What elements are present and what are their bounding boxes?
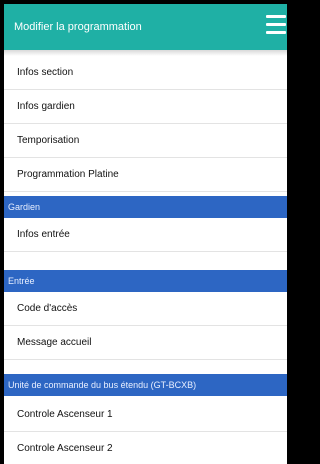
list-item-programmation-platine[interactable]: Programmation Platine: [4, 158, 287, 192]
menu-bar-top: [266, 15, 286, 18]
list-item-label: Temporisation: [17, 135, 80, 146]
list-item-message-accueil[interactable]: Message accueil: [4, 326, 287, 360]
section-header-gardien: Gardien: [4, 196, 287, 218]
page-title: Modifier la programmation: [14, 21, 142, 33]
list-item-infos-gardien[interactable]: Infos gardien: [4, 90, 287, 124]
list-item-label: Infos entrée: [17, 229, 70, 240]
list-item-label: Controle Ascenseur 2: [17, 443, 113, 454]
list-item-controle-ascenseur-2[interactable]: Controle Ascenseur 2: [4, 432, 287, 464]
hamburger-menu-icon[interactable]: [266, 15, 286, 35]
list-item-label: Code d'accès: [17, 303, 78, 314]
list-item-infos-section[interactable]: Infos section: [4, 56, 287, 90]
app-header: Modifier la programmation: [4, 4, 287, 50]
section-header-label: Entrée: [8, 276, 35, 286]
list-item-label: Controle Ascenseur 1: [17, 409, 113, 420]
section-header-label: Unité de commande du bus étendu (GT-BCXB…: [8, 380, 197, 390]
menu-bar-bottom: [266, 31, 286, 34]
list-item-controle-ascenseur-1[interactable]: Controle Ascenseur 1: [4, 398, 287, 432]
list-item-temporisation[interactable]: Temporisation: [4, 124, 287, 158]
section-header-bus-etendu: Unité de commande du bus étendu (GT-BCXB…: [4, 374, 287, 396]
list-item-code-acces[interactable]: Code d'accès: [4, 292, 287, 326]
list-item-infos-entree[interactable]: Infos entrée: [4, 218, 287, 252]
section-header-label: Gardien: [8, 202, 41, 212]
list-item-label: Message accueil: [17, 337, 92, 348]
list-item-label: Programmation Platine: [17, 169, 119, 180]
list-item-label: Infos gardien: [17, 101, 75, 112]
app-window: Modifier la programmation Infos section …: [4, 4, 287, 464]
list-item-label: Infos section: [17, 67, 74, 78]
device-screen: Modifier la programmation Infos section …: [0, 0, 291, 464]
section-header-entree: Entrée: [4, 270, 287, 292]
menu-bar-middle: [266, 23, 286, 26]
